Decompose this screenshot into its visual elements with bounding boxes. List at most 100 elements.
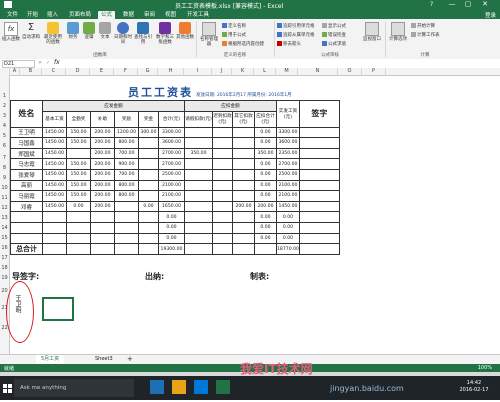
math-button[interactable]: 数学和三角函数: [154, 22, 176, 45]
sign-cell[interactable]: [298, 126, 340, 139]
add-sheet-button[interactable]: +: [122, 355, 138, 364]
row-header[interactable]: 13: [0, 215, 9, 221]
sign-cell[interactable]: [298, 168, 340, 181]
error-checking-button[interactable]: 错误检查: [322, 32, 346, 38]
sign-cell[interactable]: [298, 179, 340, 192]
column-header[interactable]: P: [362, 68, 386, 75]
select-all-corner[interactable]: [0, 68, 10, 75]
clock[interactable]: 14:42 2016-02-17: [454, 380, 494, 394]
row-header[interactable]: 8: [0, 165, 9, 171]
enter-icon[interactable]: ✓: [46, 60, 50, 66]
fx-icon[interactable]: fx: [54, 59, 60, 66]
row-header[interactable]: 7: [0, 155, 9, 161]
close-button[interactable]: ✕: [478, 0, 492, 10]
column-header[interactable]: H: [158, 68, 184, 75]
sign-cell[interactable]: [298, 147, 340, 160]
tab-formulas[interactable]: 公式: [98, 11, 116, 19]
autosum-button[interactable]: Σ 自动求和: [22, 22, 40, 40]
tab-view[interactable]: 视图: [162, 11, 179, 19]
evaluate-formula-button[interactable]: 公式求值: [322, 41, 346, 47]
row-header[interactable]: 4: [0, 123, 9, 129]
row-header[interactable]: 19: [0, 275, 9, 281]
row-header[interactable]: 14: [0, 225, 9, 231]
login-link[interactable]: 登录: [485, 11, 496, 19]
column-header[interactable]: N: [298, 68, 338, 75]
tab-insert[interactable]: 插入: [44, 11, 61, 19]
create-from-selection-button[interactable]: 根据所选内容创建: [222, 41, 264, 47]
column-header[interactable]: M: [276, 68, 298, 75]
sign-cell[interactable]: [298, 137, 340, 149]
excel-taskbar-icon[interactable]: [216, 380, 230, 394]
sign-cell[interactable]: [298, 200, 340, 213]
row-header[interactable]: 10: [0, 185, 9, 191]
cancel-icon[interactable]: ✕: [38, 60, 42, 66]
sheet-tab[interactable]: Sheet3: [90, 355, 118, 364]
explorer-icon[interactable]: [172, 380, 186, 394]
row-header[interactable]: 15: [0, 235, 9, 241]
column-header[interactable]: C: [42, 68, 66, 75]
edge-icon[interactable]: [194, 380, 208, 394]
calc-options-button[interactable]: 计算选项: [388, 22, 408, 42]
tab-developer[interactable]: 开发工具: [184, 11, 212, 19]
row-header[interactable]: 18: [0, 265, 9, 271]
define-name-button[interactable]: 定义名称: [222, 23, 246, 29]
calculate-sheet-button[interactable]: 计算工作表: [411, 32, 440, 38]
row-header[interactable]: 9: [0, 175, 9, 181]
column-header[interactable]: O: [338, 68, 362, 75]
trace-dependents-button[interactable]: 追踪从属单元格: [277, 32, 315, 38]
row-header[interactable]: 17: [0, 255, 9, 261]
row-header[interactable]: 1: [0, 93, 9, 99]
row-header[interactable]: 16: [0, 245, 9, 251]
column-header[interactable]: F: [114, 68, 138, 75]
row-header[interactable]: 11: [0, 195, 9, 201]
row-header[interactable]: 6: [0, 143, 9, 149]
column-header[interactable]: G: [138, 68, 158, 75]
column-header[interactable]: J: [212, 68, 232, 75]
text-button[interactable]: 文本: [98, 22, 112, 40]
column-header[interactable]: D: [66, 68, 90, 75]
insert-function-button[interactable]: fx 插入函数: [2, 22, 20, 42]
zoom-level[interactable]: 100%: [478, 365, 492, 371]
remove-arrows-button[interactable]: 移去箭头: [277, 41, 301, 47]
column-header[interactable]: L: [254, 68, 276, 75]
worksheet[interactable]: 员工工资表 发放日期: 2016年2月17 所属月份: 2016年1月 姓名 应…: [6, 75, 500, 354]
datetime-button[interactable]: 日期和时间: [114, 22, 132, 45]
selected-cell[interactable]: [42, 297, 74, 321]
sign-cell[interactable]: [298, 221, 340, 234]
recent-functions-button[interactable]: 最近使用的函数: [42, 22, 64, 45]
lookup-button[interactable]: 查找与引用: [134, 22, 152, 45]
sign-cell[interactable]: [298, 190, 340, 202]
use-in-formula-button[interactable]: 用于公式: [222, 32, 246, 38]
help-icon[interactable]: ?: [430, 1, 433, 8]
watch-window-button[interactable]: 监视窗口: [362, 22, 382, 42]
row-header[interactable]: 12: [0, 205, 9, 211]
search-box[interactable]: Ask me anything: [14, 379, 134, 397]
row-header[interactable]: 2: [0, 103, 9, 109]
sign-cell[interactable]: [298, 211, 340, 223]
tab-home[interactable]: 开始: [24, 11, 41, 19]
logic-button[interactable]: 逻辑: [82, 22, 96, 40]
sign-cell[interactable]: [298, 232, 340, 245]
calculate-now-button[interactable]: 开始计算: [411, 23, 435, 29]
task-view-icon[interactable]: [150, 380, 164, 394]
minimize-button[interactable]: —: [445, 0, 459, 10]
column-header[interactable]: K: [232, 68, 254, 75]
trace-precedents-button[interactable]: 追踪引用单元格: [277, 23, 315, 29]
show-formulas-button[interactable]: 显示公式: [322, 23, 346, 29]
tab-page-layout[interactable]: 页面布局: [66, 11, 94, 19]
formula-input[interactable]: [66, 60, 496, 66]
column-header[interactable]: E: [90, 68, 114, 75]
more-functions-button[interactable]: 其他函数: [176, 22, 194, 40]
finance-button[interactable]: 财务: [66, 22, 80, 40]
column-header[interactable]: A: [10, 68, 20, 75]
name-manager-button[interactable]: 名称管理器: [199, 22, 219, 47]
row-header[interactable]: 5: [0, 133, 9, 139]
sign-cell[interactable]: [298, 158, 340, 170]
name-box[interactable]: D21: [2, 60, 35, 68]
column-header[interactable]: B: [20, 68, 42, 75]
maximize-button[interactable]: ▢: [461, 0, 475, 10]
row-header[interactable]: 3: [0, 113, 9, 119]
tab-data[interactable]: 数据: [120, 11, 137, 19]
column-header[interactable]: I: [184, 68, 212, 75]
tab-review[interactable]: 审阅: [141, 11, 158, 19]
